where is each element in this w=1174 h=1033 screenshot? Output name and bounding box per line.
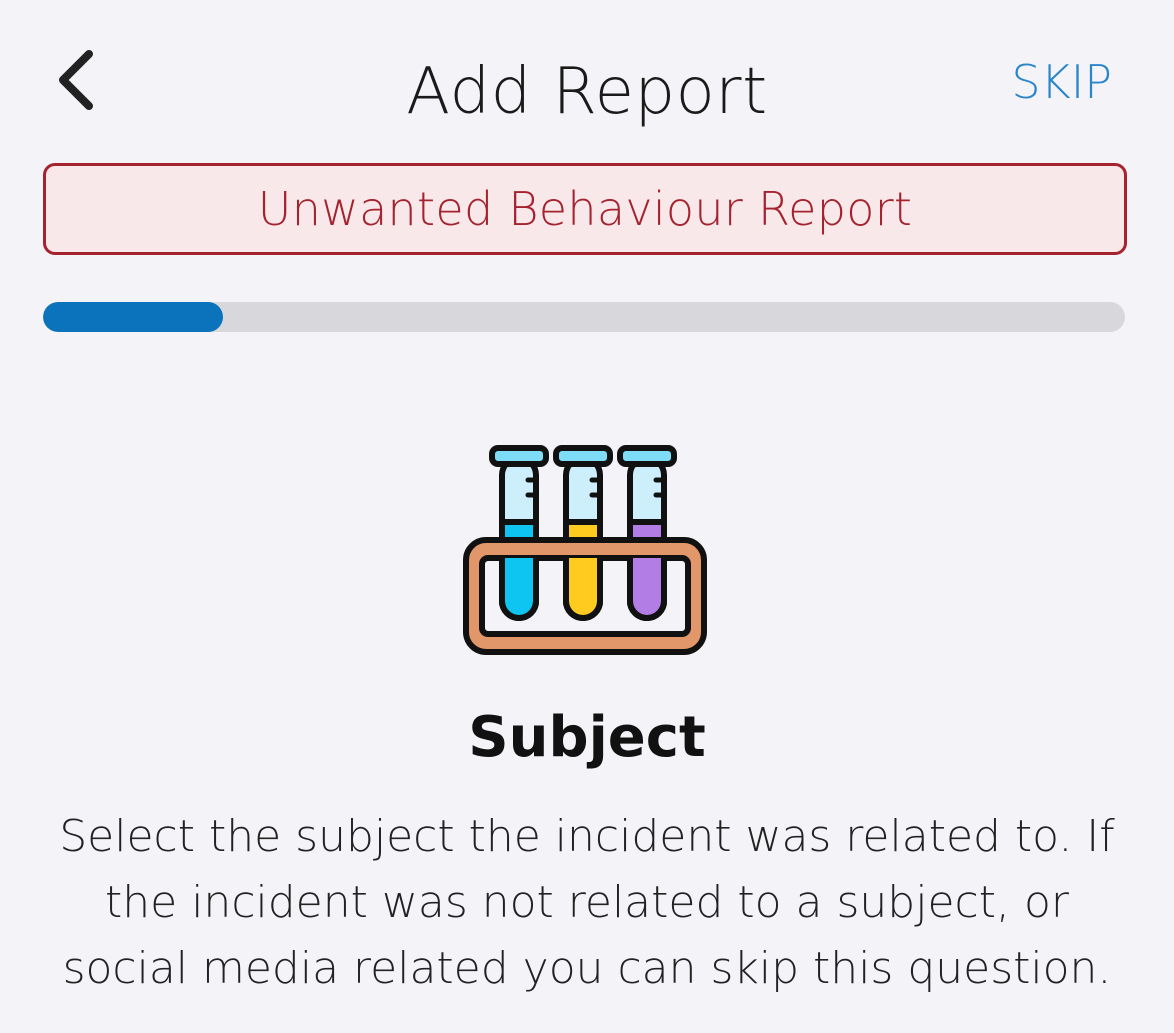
question-description: Select the subject the incident was rela… bbox=[59, 811, 1115, 994]
report-type-banner: Unwanted Behaviour Report bbox=[43, 163, 1127, 255]
header: Add Report SKIP bbox=[0, 0, 1174, 150]
skip-button[interactable]: SKIP bbox=[1011, 52, 1112, 112]
report-type-label: Unwanted Behaviour Report bbox=[257, 182, 913, 236]
progress-bar bbox=[43, 302, 1125, 332]
tube-rack bbox=[463, 537, 707, 655]
progress-fill bbox=[43, 302, 223, 332]
test-tubes-icon bbox=[463, 445, 707, 655]
question-title: Subject bbox=[468, 705, 706, 770]
page-title: Add Report bbox=[406, 55, 768, 129]
